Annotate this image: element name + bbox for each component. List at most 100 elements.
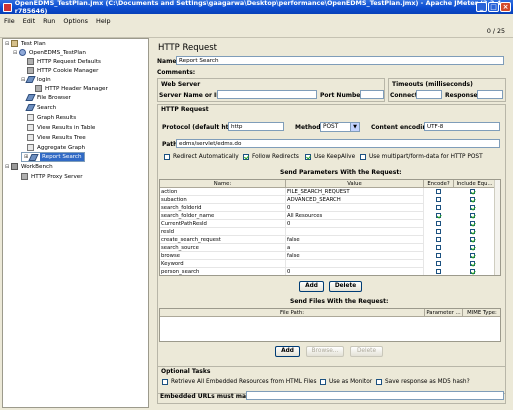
include-equals-checkbox[interactable] (470, 213, 475, 218)
tree-node-workbench[interactable]: ⊟ WorkBench (5, 162, 53, 171)
maximize-button[interactable]: □ (488, 2, 499, 12)
tree-node-view-tree[interactable]: View Results Tree (27, 133, 86, 142)
delete-file-button[interactable]: Delete (350, 346, 383, 357)
tree-node-openedms[interactable]: ⊟ OpenEDMS_TestPlan (13, 48, 86, 57)
include-equals-checkbox[interactable] (470, 253, 475, 258)
param-value-cell[interactable] (286, 260, 424, 268)
param-name-cell[interactable]: resId (160, 228, 286, 236)
tree-node-view-table[interactable]: View Results in Table (27, 123, 95, 132)
params-title: Send Parameters With the Request: (280, 169, 402, 176)
param-name-cell[interactable]: action (160, 188, 286, 196)
close-button[interactable]: × (500, 2, 511, 12)
encoding-field[interactable]: UTF-8 (424, 122, 500, 131)
menu-file[interactable]: File (4, 17, 15, 25)
param-value-cell[interactable]: All Resources (286, 212, 424, 220)
col-filepath-header[interactable]: File Path: (160, 309, 425, 317)
include-equals-checkbox[interactable] (470, 237, 475, 242)
param-name-cell[interactable]: Keyword (160, 260, 286, 268)
param-name-cell[interactable]: create_search_request (160, 236, 286, 244)
col-value-header[interactable]: Value (286, 180, 424, 188)
tree-node-login[interactable]: ⊟ login (21, 75, 51, 84)
param-name-cell[interactable]: search_folder_name (160, 212, 286, 220)
include-equals-checkbox[interactable] (470, 205, 475, 210)
col-mime-header[interactable]: MIME Type: (463, 309, 500, 317)
encode-checkbox[interactable] (436, 221, 441, 226)
menu-edit[interactable]: Edit (23, 17, 35, 25)
server-field[interactable] (217, 90, 317, 99)
keepalive-checkbox[interactable]: Use KeepAlive (305, 154, 355, 160)
col-name-header[interactable]: Name: (160, 180, 286, 188)
response-field[interactable] (477, 90, 503, 99)
minimize-button[interactable]: _ (476, 2, 487, 12)
include-equals-checkbox[interactable] (470, 221, 475, 226)
param-value-cell[interactable]: false (286, 252, 424, 260)
encode-checkbox[interactable] (436, 197, 441, 202)
tree-node-graph-results[interactable]: Graph Results (27, 113, 76, 122)
param-name-cell[interactable]: search_folderid (160, 204, 286, 212)
tree-node-test-plan[interactable]: ⊟ Test Plan (5, 39, 46, 48)
include-equals-checkbox[interactable] (470, 229, 475, 234)
http-request-label: HTTP Request (161, 106, 209, 113)
use-monitor-checkbox[interactable]: Use as Monitor (320, 379, 372, 385)
connect-field[interactable] (416, 90, 442, 99)
param-name-cell[interactable]: browse (160, 252, 286, 260)
include-equals-checkbox[interactable] (470, 261, 475, 266)
encode-checkbox[interactable] (436, 261, 441, 266)
tree-node-header-manager[interactable]: HTTP Header Manager (35, 84, 108, 93)
menu-options[interactable]: Options (63, 17, 88, 25)
embedded-urls-field[interactable] (246, 391, 504, 400)
encode-checkbox[interactable] (436, 229, 441, 234)
param-value-cell[interactable]: 0 (286, 268, 424, 275)
menu-run[interactable]: Run (43, 17, 55, 25)
encode-checkbox[interactable] (436, 189, 441, 194)
protocol-field[interactable]: http (228, 122, 284, 131)
port-field[interactable] (360, 90, 384, 99)
param-name-cell[interactable]: subaction (160, 196, 286, 204)
param-value-cell[interactable]: ADVANCED_SEARCH (286, 196, 424, 204)
include-equals-checkbox[interactable] (470, 189, 475, 194)
path-field[interactable]: edms/servlet/edms.do (176, 139, 500, 148)
col-param-header[interactable]: Parameter ... (425, 309, 463, 317)
tree-node-http-defaults[interactable]: HTTP Request Defaults (27, 57, 101, 66)
add-parameter-button[interactable]: Add (299, 281, 324, 292)
include-equals-checkbox[interactable] (470, 197, 475, 202)
encode-checkbox[interactable] (436, 237, 441, 242)
encode-checkbox[interactable] (436, 269, 441, 274)
follow-redirects-checkbox[interactable]: Follow Redirects (243, 154, 299, 160)
browse-button[interactable]: Browse... (306, 346, 344, 357)
tree-node-proxy-server[interactable]: HTTP Proxy Server (21, 172, 83, 181)
tree-node-report-search[interactable]: ⊞ Report Search (21, 152, 85, 162)
multipart-checkbox[interactable]: Use multipart/form-data for HTTP POST (360, 154, 483, 160)
save-md5-checkbox[interactable]: Save response as MD5 hash? (376, 379, 470, 385)
param-value-cell[interactable] (286, 228, 424, 236)
tree-node-file-browser[interactable]: File Browser (25, 93, 71, 102)
menu-help[interactable]: Help (96, 17, 111, 25)
param-value-cell[interactable]: FILE_SEARCH_REQUEST (286, 188, 424, 196)
encode-checkbox[interactable] (436, 213, 441, 218)
param-name-cell[interactable]: person_search (160, 268, 286, 275)
param-value-cell[interactable]: 0 (286, 204, 424, 212)
param-name-cell[interactable]: search_source (160, 244, 286, 252)
tree-node-cookie-manager[interactable]: HTTP Cookie Manager (27, 66, 98, 75)
param-value-cell[interactable]: 0 (286, 220, 424, 228)
tree-node-aggregate-graph[interactable]: Aggregate Graph (27, 143, 85, 152)
delete-parameter-button[interactable]: Delete (329, 281, 362, 292)
name-field[interactable]: Report Search (176, 56, 504, 65)
server-label: Server Name or IP: (159, 92, 224, 99)
method-select[interactable]: POST ▼ (320, 122, 360, 132)
params-scrollbar[interactable] (494, 180, 500, 275)
redirect-automatically-checkbox[interactable]: Redirect Automatically (164, 154, 239, 160)
param-name-cell[interactable]: CurrentPathResId (160, 220, 286, 228)
col-encode-header[interactable]: Encode? (424, 180, 454, 188)
tree-node-search[interactable]: Search (25, 103, 56, 112)
encode-checkbox[interactable] (436, 245, 441, 250)
retrieve-embedded-checkbox[interactable]: Retrieve All Embedded Resources from HTM… (162, 379, 317, 385)
col-include-header[interactable]: Include Equ... (454, 180, 496, 188)
include-equals-checkbox[interactable] (470, 269, 475, 274)
param-value-cell[interactable]: false (286, 236, 424, 244)
include-equals-checkbox[interactable] (470, 245, 475, 250)
encode-checkbox[interactable] (436, 253, 441, 258)
encode-checkbox[interactable] (436, 205, 441, 210)
add-file-button[interactable]: Add (275, 346, 300, 357)
param-value-cell[interactable]: a (286, 244, 424, 252)
